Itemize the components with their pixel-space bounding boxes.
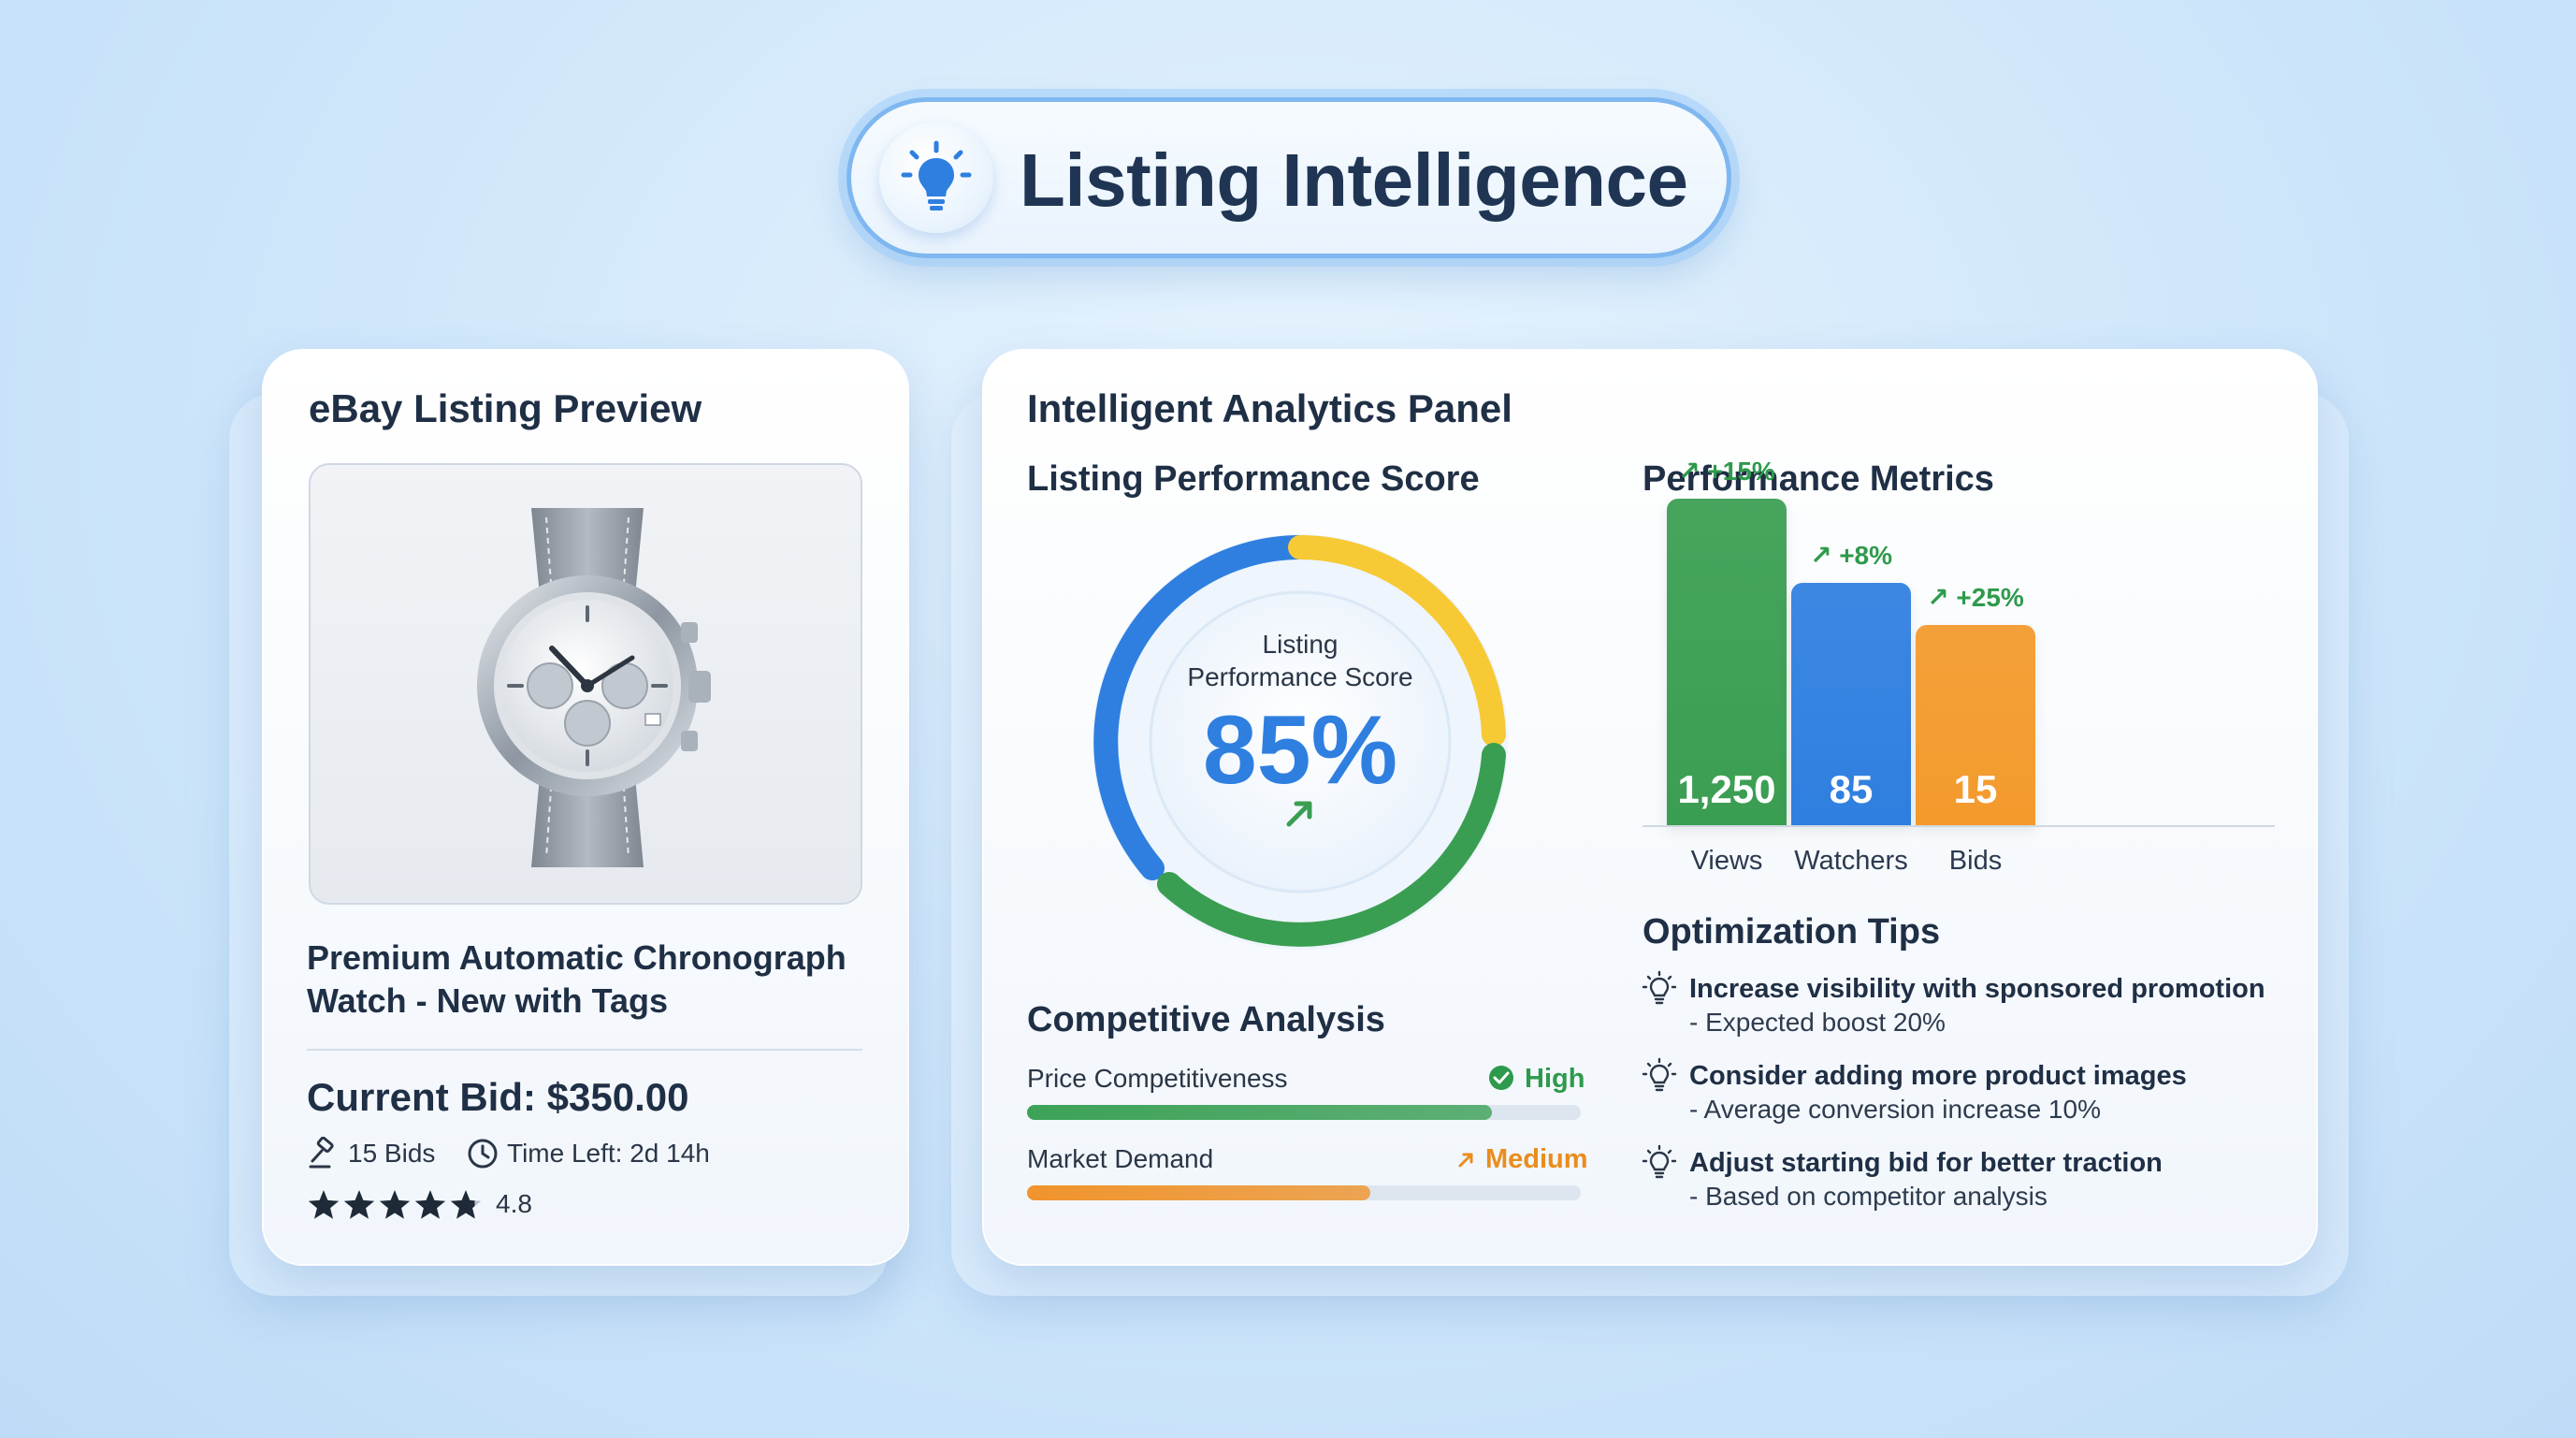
metric-value: 15 [1953, 767, 1998, 811]
market-demand-label: Market Demand [1027, 1144, 1214, 1173]
product-title-line-1[interactable]: Premium Automatic Chronograph [307, 938, 847, 978]
metric-change: ↗ +25% [1927, 583, 2024, 612]
price-status: High [1525, 1064, 1585, 1094]
tip-title[interactable]: Increase visibility with sponsored promo… [1689, 974, 2265, 1005]
market-demand-status: Medium [1485, 1144, 1588, 1174]
star-icon [343, 1190, 375, 1219]
price-competitiveness-fill [1027, 1105, 1493, 1120]
title-banner: Listing Intelligence [847, 97, 1731, 258]
score-value: 85% [1202, 696, 1398, 805]
lightbulb-icon [879, 123, 993, 233]
clock-icon [468, 1139, 498, 1169]
star-icon [414, 1190, 446, 1219]
score-label-line-2: Performance Score [1187, 662, 1413, 691]
star-icon [308, 1190, 340, 1219]
market-demand-fill [1027, 1185, 1371, 1200]
lightbulb-icon [1642, 1144, 1677, 1179]
price-competitiveness-track [1027, 1105, 1581, 1120]
rating-value: 4.8 [496, 1189, 532, 1218]
check-circle-icon [1489, 1066, 1513, 1090]
star-rating [308, 1190, 482, 1219]
market-demand-track [1027, 1185, 1581, 1200]
tip-title[interactable]: Adjust starting bid for better traction [1689, 1148, 2163, 1179]
gavel-icon [309, 1137, 334, 1169]
metric-label: Bids [1948, 846, 2003, 876]
tip-title[interactable]: Consider adding more product images [1689, 1061, 2187, 1092]
listing-preview-card: eBay Listing Preview Premium Automatic C… [262, 349, 909, 1266]
lightbulb-icon [1642, 970, 1677, 1005]
current-bid: Current Bid: $350.00 [307, 1075, 689, 1119]
score-heading: Listing Performance Score [1027, 459, 1480, 499]
tip-detail: - Expected boost 20% [1689, 1008, 1946, 1037]
tip-detail: - Based on competitor analysis [1689, 1182, 2048, 1211]
tips-heading: Optimization Tips [1643, 912, 1941, 951]
metric-value: 1,250 [1677, 767, 1776, 811]
score-label-line-1: Listing [1262, 630, 1339, 659]
tip-detail: - Average conversion increase 10% [1689, 1095, 2101, 1124]
card-divider [307, 1049, 862, 1051]
product-title-line-2[interactable]: Watch - New with Tags [307, 981, 668, 1021]
star-icon [379, 1190, 411, 1219]
price-competitiveness-label: Price Competitiveness [1027, 1064, 1288, 1093]
metric-change: ↗ +15% [1678, 457, 1775, 486]
time-left: Time Left: 2d 14h [507, 1139, 710, 1168]
competitive-heading: Competitive Analysis [1027, 1000, 1385, 1039]
metric-change: ↗ +8% [1809, 541, 1893, 570]
listing-heading: eBay Listing Preview [309, 386, 702, 430]
analytics-heading: Intelligent Analytics Panel [1027, 386, 1512, 430]
page-title: Listing Intelligence [1020, 138, 1688, 222]
watch-image [477, 508, 711, 867]
star-icon [450, 1190, 482, 1219]
trend-up-icon [1458, 1153, 1473, 1168]
product-image[interactable] [309, 463, 862, 905]
metric-value: 85 [1829, 767, 1874, 811]
bid-count: 15 Bids [348, 1139, 436, 1168]
lightbulb-icon [1642, 1057, 1677, 1092]
analytics-panel-card: Intelligent Analytics Panel Listing Perf… [982, 349, 2318, 1266]
chart-baseline [1643, 825, 2275, 827]
